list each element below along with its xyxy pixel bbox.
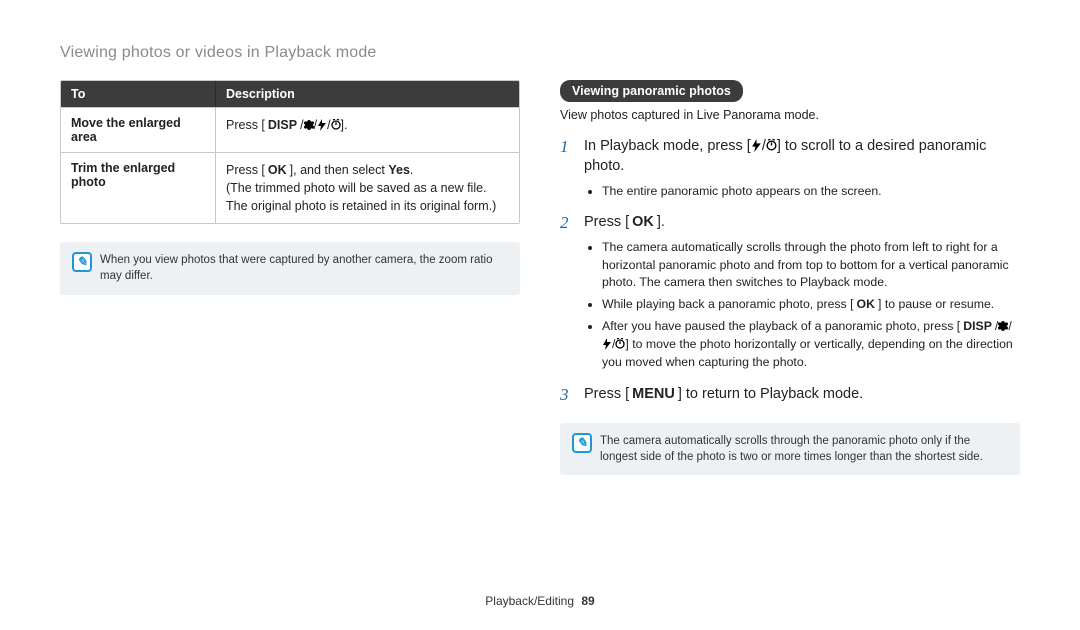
step-number: 2: [560, 212, 574, 375]
page: Viewing photos or videos in Playback mod…: [0, 0, 1080, 630]
note-text: The camera automatically scrolls through…: [600, 433, 1008, 465]
text-press: Press [: [226, 118, 265, 132]
timer-icon: [766, 139, 777, 152]
note-text: When you view photos that were captured …: [100, 252, 508, 284]
text: (The trimmed photo will be saved as a ne…: [226, 181, 496, 213]
left-column: To Description Move the enlarged area Pr…: [60, 80, 520, 475]
text: ] to pause or resume.: [878, 297, 994, 311]
step-item: 1 In Playback mode, press [/] to scroll …: [560, 136, 1020, 204]
table-row: Move the enlarged area Press [DISP///].: [61, 107, 519, 152]
row-action: Move the enlarged area: [61, 108, 216, 152]
ok-icon: OK: [265, 161, 290, 179]
text: ].: [341, 118, 348, 132]
timer-icon: [331, 119, 341, 131]
page-number: 89: [581, 594, 594, 608]
sub-item: After you have paused the playback of a …: [602, 318, 1020, 371]
text: ].: [657, 214, 665, 230]
step-number: 1: [560, 136, 574, 204]
section-intro: View photos captured in Live Panorama mo…: [560, 108, 1020, 122]
two-column-layout: To Description Move the enlarged area Pr…: [60, 80, 1020, 475]
col-header-description: Description: [216, 81, 519, 107]
note-box: ✎ The camera automatically scrolls throu…: [560, 423, 1020, 475]
macro-icon: [304, 119, 314, 131]
text: Press [: [584, 386, 629, 402]
section-pill: Viewing panoramic photos: [560, 80, 743, 102]
text: In Playback mode, press [: [584, 138, 751, 154]
page-footer: Playback/Editing 89: [0, 594, 1080, 608]
ok-icon: OK: [629, 212, 657, 232]
flash-icon: [317, 119, 327, 131]
note-icon: ✎: [572, 433, 592, 453]
note-box: ✎ When you view photos that were capture…: [60, 242, 520, 294]
flash-icon: [602, 338, 612, 350]
row-description: Press [DISP///].: [216, 108, 519, 152]
sub-item: The camera automatically scrolls through…: [602, 239, 1020, 292]
page-title: Viewing photos or videos in Playback mod…: [60, 44, 1020, 62]
text: While playing back a panoramic photo, pr…: [602, 297, 854, 311]
row-description: Press [OK], and then select Yes. (The tr…: [216, 153, 519, 223]
flash-icon: [751, 139, 762, 152]
sub-list: The entire panoramic photo appears on th…: [584, 183, 1020, 201]
macro-icon: [998, 320, 1008, 332]
text: ], and then select: [290, 163, 389, 177]
yes-label: Yes: [388, 163, 410, 177]
text: After you have paused the playback of a …: [602, 319, 960, 333]
actions-table: To Description Move the enlarged area Pr…: [60, 80, 520, 224]
disp-icon: DISP: [960, 318, 995, 336]
step-body: Press [MENU] to return to Playback mode.: [584, 384, 1020, 405]
text: ] to move the photo horizontally or vert…: [602, 337, 1013, 369]
note-icon: ✎: [72, 252, 92, 272]
step-number: 3: [560, 384, 574, 405]
step-item: 2 Press [OK]. The camera automatically s…: [560, 212, 1020, 375]
timer-icon: [615, 338, 625, 350]
text: ] to return to Playback mode.: [678, 386, 863, 402]
step-body: In Playback mode, press [/] to scroll to…: [584, 136, 1020, 204]
sub-list: The camera automatically scrolls through…: [584, 239, 1020, 372]
footer-section: Playback/Editing: [485, 594, 574, 608]
disp-icon: DISP: [265, 116, 300, 134]
row-action: Trim the enlarged photo: [61, 153, 216, 223]
table-row: Trim the enlarged photo Press [OK], and …: [61, 152, 519, 223]
col-header-to: To: [61, 81, 216, 107]
menu-icon: MENU: [629, 384, 678, 404]
table-header: To Description: [61, 81, 519, 107]
steps-list: 1 In Playback mode, press [/] to scroll …: [560, 136, 1020, 405]
right-column: Viewing panoramic photos View photos cap…: [560, 80, 1020, 475]
text: Press [: [584, 214, 629, 230]
text: .: [410, 163, 413, 177]
ok-icon: OK: [854, 296, 878, 314]
sub-item: The entire panoramic photo appears on th…: [602, 183, 1020, 201]
step-item: 3 Press [MENU] to return to Playback mod…: [560, 384, 1020, 405]
text: Press [: [226, 163, 265, 177]
step-body: Press [OK]. The camera automatically scr…: [584, 212, 1020, 375]
sub-item: While playing back a panoramic photo, pr…: [602, 296, 1020, 314]
